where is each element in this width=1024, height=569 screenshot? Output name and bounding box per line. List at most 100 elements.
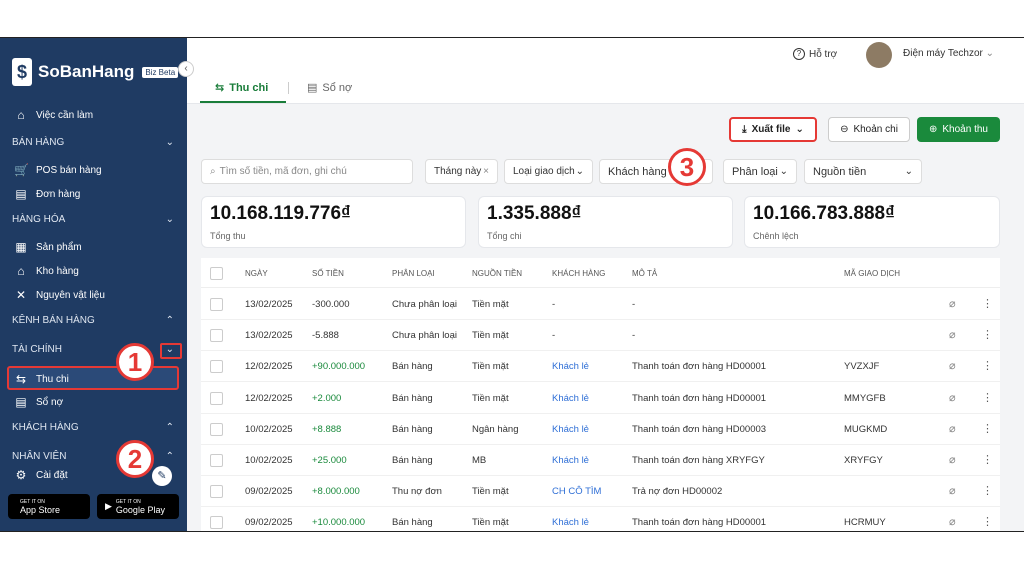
logo-icon: $ [12,58,32,86]
more-options-icon[interactable]: ⋮ [982,391,993,404]
column-header[interactable]: MÃ GIAO DỊCH [844,269,900,278]
table-row[interactable]: 09/02/2025 +10.000.000 Bán hàng Tiền mặt Khá… [201,507,1000,531]
cell-customer[interactable]: - [552,299,555,310]
avatar[interactable] [866,42,892,68]
cell-date: 10/02/2025 [245,455,293,466]
row-checkbox[interactable] [210,360,223,374]
close-icon[interactable]: × [483,166,489,177]
row-checkbox[interactable] [210,422,223,436]
tab-label: Thu chi [229,81,269,94]
paperclip-icon[interactable]: ⌀ [949,359,956,372]
row-checkbox[interactable] [210,329,223,343]
cart-icon: 🛒 [14,163,29,177]
more-options-icon[interactable]: ⋮ [982,422,993,435]
cell-customer[interactable]: - [552,330,555,341]
tab-thu-chi[interactable]: ⇆ Thu chi [215,81,269,95]
row-checkbox[interactable] [210,391,223,405]
cell-customer[interactable]: Khách lẻ [552,424,589,435]
chevron-down-icon: ⌄ [985,48,995,59]
row-checkbox[interactable] [210,454,223,467]
paperclip-icon[interactable]: ⌀ [949,422,956,435]
more-options-icon[interactable]: ⋮ [982,328,993,341]
logo[interactable]: $ SoBanHang Biz Beta [12,58,179,86]
pencil-icon[interactable]: ✎ [152,466,172,486]
tabs-bar: ⇆ Thu chi ▤ Sổ nợ [187,72,1024,104]
cell-category: Bán hàng [392,455,433,466]
table-row[interactable]: 13/02/2025 -300.000 Chưa phân loại Tiền mặt… [201,289,1000,320]
more-options-icon[interactable]: ⋮ [982,359,993,372]
app-store-button[interactable]: GET IT ON App Store [8,494,90,519]
sidebar-item-warehouse[interactable]: ⌂ Kho hàng [14,264,78,278]
row-checkbox[interactable] [210,485,223,499]
sidebar-item-label: POS bán hàng [36,164,102,176]
google-play-button[interactable]: ▶ GET IT ON Google Play [97,494,179,519]
cell-desc: Thanh toán đơn hàng HD00001 [632,361,767,373]
box-icon: ▦ [15,240,27,254]
table-row[interactable]: 09/02/2025 +8.000.000 Thu nợ đơn Tiền mặt CH… [201,476,1000,508]
sidebar-item-todo[interactable]: ⌂ Việc cần làm [14,108,93,122]
sidebar-item-thu-chi[interactable]: ⇆ Thu chi [14,372,69,386]
cell-category: Thu nợ đơn [392,486,442,498]
filter-month[interactable]: Tháng này × [425,159,498,184]
cell-customer[interactable]: Khách lẻ [552,455,589,466]
column-header[interactable]: PHÂN LOẠI [392,269,435,278]
paperclip-icon[interactable]: ⌀ [949,484,956,497]
store-name-label: Điện máy Techzor [903,48,983,59]
collapse-sidebar-icon[interactable]: ‹ [178,61,194,77]
sidebar-item-materials[interactable]: ✕ Nguyên vật liệu [14,288,105,302]
export-button[interactable]: ⤓ Xuất file ⌄ [729,117,817,142]
cell-customer[interactable]: Khách lẻ [552,361,589,372]
cell-customer[interactable]: CH CÔ TÌM [552,486,601,497]
more-options-icon[interactable]: ⋮ [982,297,993,310]
row-checkbox[interactable] [210,516,223,530]
table-row[interactable]: 10/02/2025 +8.888 Bán hàng Ngân hàng Khách l… [201,414,1000,445]
table-row[interactable]: 13/02/2025 -5.888 Chưa phân loại Tiền mặt - -… [201,320,1000,352]
filter-money-source[interactable]: Nguồn tiền ⌄ [804,159,922,184]
export-label: Xuất file [751,124,791,135]
more-options-icon[interactable]: ⋮ [982,515,993,528]
filter-transaction-type[interactable]: Loại giao dịch ⌄ [504,159,593,184]
cell-customer[interactable]: Khách lẻ [552,393,589,404]
cell-desc: Thanh toán đơn hàng HD00003 [632,423,767,435]
more-options-icon[interactable]: ⋮ [982,484,993,497]
table-row[interactable]: 12/02/2025 +90.000.000 Bán hàng Tiền mặt Khá… [201,351,1000,383]
store-name[interactable]: Điện máy Techzor ⌄ [903,48,994,59]
paperclip-icon[interactable]: ⌀ [949,515,956,528]
more-options-icon[interactable]: ⋮ [982,453,993,466]
section-channels[interactable]: KÊNH BÁN HÀNG ⌃ [12,315,174,326]
section-sales[interactable]: BÁN HÀNG ⌄ [12,137,174,148]
paperclip-icon[interactable]: ⌀ [949,328,956,341]
search-input[interactable]: ⌕ Tìm số tiền, mã đơn, ghi chú [201,159,413,184]
column-header[interactable]: MÔ TẢ [632,269,657,278]
sidebar-item-debt[interactable]: ▤ Sổ nợ [14,395,63,409]
paperclip-icon[interactable]: ⌀ [949,391,956,404]
sidebar-item-orders[interactable]: ▤ Đơn hàng [14,187,80,201]
cell-customer[interactable]: Khách lẻ [552,517,589,528]
table-row[interactable]: 10/02/2025 +25.000 Bán hàng MB Khách lẻ Thanh… [201,445,1000,476]
column-header[interactable]: SỐ TIỀN [312,269,344,278]
add-income-button[interactable]: ⊕ Khoản thu [917,117,1000,142]
ledger-icon: ▤ [307,82,318,94]
filter-label: Loại giao dịch [513,166,575,177]
cell-source: Tiền mặt [472,486,509,498]
column-header[interactable]: KHÁCH HÀNG [552,269,605,278]
section-customers[interactable]: KHÁCH HÀNG ⌃ [12,422,174,433]
tab-so-no[interactable]: ▤ Sổ nợ [307,81,352,95]
table-row[interactable]: 12/02/2025 +2.000 Bán hàng Tiền mặt Khách lẻ… [201,383,1000,414]
section-goods[interactable]: HÀNG HÓA ⌄ [12,214,174,225]
select-all-checkbox[interactable] [210,267,223,280]
topbar: ? Hỗ trợ Điện máy Techzor ⌄ [187,38,1024,72]
help-link[interactable]: ? Hỗ trợ [793,48,837,60]
paperclip-icon[interactable]: ⌀ [949,297,956,310]
sidebar-item-pos[interactable]: 🛒 POS bán hàng [14,163,102,177]
column-header[interactable]: NGUỒN TIỀN [472,269,522,278]
cell-date: 12/02/2025 [245,392,293,404]
sidebar-item-products[interactable]: ▦ Sản phẩm [14,240,81,254]
sidebar-item-settings[interactable]: ⚙ Cài đặt [14,468,68,482]
add-expense-button[interactable]: ⊖ Khoản chi [828,117,910,142]
cell-code: YVZXJF [844,361,880,373]
filter-category[interactable]: Phân loại ⌄ [723,159,797,184]
paperclip-icon[interactable]: ⌀ [949,453,956,466]
column-header[interactable]: NGÀY [245,269,268,278]
row-checkbox[interactable] [210,298,223,311]
